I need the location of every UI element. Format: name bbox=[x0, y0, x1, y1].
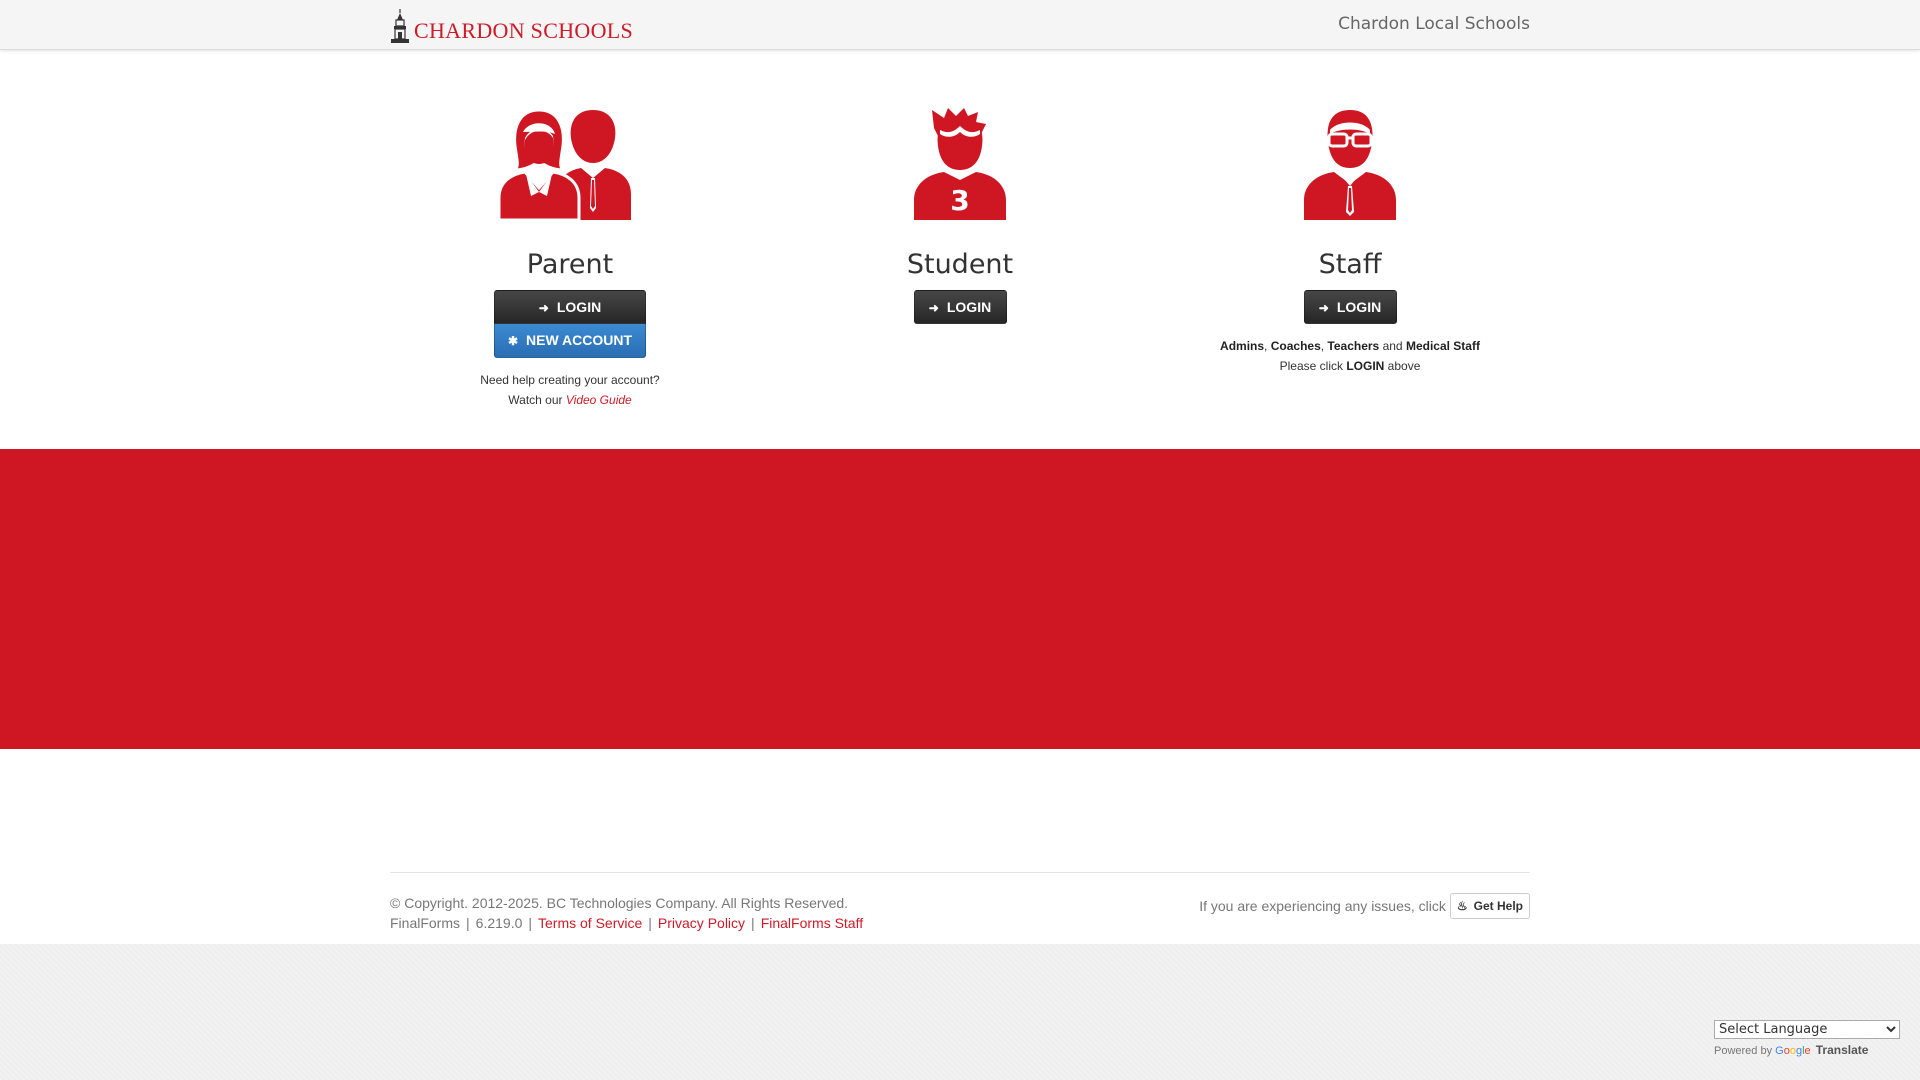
get-help-label: Get Help bbox=[1473, 899, 1523, 913]
help-line-1: Need help creating your account? bbox=[480, 372, 660, 387]
google-translate-widget: Select Language Powered by Google Transl… bbox=[1714, 1020, 1900, 1057]
product-name: FinalForms bbox=[390, 915, 461, 931]
district-name-link[interactable]: Chardon Local Schools bbox=[1338, 14, 1530, 34]
note-teachers: Teachers bbox=[1327, 338, 1380, 353]
student-title: Student bbox=[906, 249, 1014, 280]
privacy-policy-link[interactable]: Privacy Policy bbox=[658, 915, 745, 931]
note-please: Please click bbox=[1279, 358, 1343, 373]
parent-couple-icon bbox=[497, 108, 631, 220]
get-help-button[interactable]: ♨ Get Help bbox=[1449, 893, 1530, 919]
top-navbar: CHARDON SCHOOLS Chardon Local Schools bbox=[0, 0, 1920, 50]
issues-help: If you are experiencing any issues, clic… bbox=[1199, 893, 1530, 919]
issues-text: If you are experiencing any issues, clic… bbox=[1199, 898, 1446, 914]
staff-note: Admins, Coaches, Teachers and Medical St… bbox=[1160, 336, 1540, 376]
jersey-number: 3 bbox=[950, 184, 969, 217]
new-account-label: NEW ACCOUNT bbox=[526, 331, 633, 348]
translate-link[interactable]: Translate bbox=[1816, 1043, 1869, 1057]
help-line-2-prefix: Watch our bbox=[508, 392, 563, 407]
note-medical: Medical Staff bbox=[1405, 338, 1480, 353]
red-banner bbox=[0, 449, 1920, 749]
parent-login-button[interactable]: ➜ LOGIN bbox=[494, 289, 646, 324]
asterisk-icon: ✱ bbox=[507, 333, 519, 348]
brand-text: CHARDON SCHOOLS bbox=[414, 18, 634, 43]
parent-title: Parent bbox=[526, 249, 614, 280]
student-login-label: LOGIN bbox=[946, 298, 992, 315]
copyright-text: © Copyright. 2012-2025. BC Technologies … bbox=[390, 895, 849, 911]
student-icon: 3 bbox=[914, 108, 1006, 220]
parent-help-text: Need help creating your account? Watch o… bbox=[380, 370, 760, 410]
terms-of-service-link[interactable]: Terms of Service bbox=[538, 915, 642, 931]
bell-tower-icon bbox=[391, 9, 409, 43]
note-admins: Admins bbox=[1220, 338, 1265, 353]
note-login: LOGIN bbox=[1346, 358, 1385, 373]
google-logo-icon: Google bbox=[1775, 1045, 1811, 1057]
note-coaches: Coaches bbox=[1270, 338, 1321, 353]
note-above: above bbox=[1387, 358, 1421, 373]
powered-by: Powered by Google Translate bbox=[1714, 1043, 1900, 1057]
note-and: and bbox=[1382, 338, 1403, 353]
student-section: 3 Student ➜ LOGIN bbox=[770, 108, 1150, 324]
sign-in-icon: ➜ bbox=[1318, 300, 1329, 315]
parent-login-label: LOGIN bbox=[556, 298, 602, 315]
video-guide-link[interactable]: Video Guide bbox=[566, 393, 632, 407]
life-ring-icon: ♨ bbox=[1456, 899, 1468, 913]
parent-section: Parent ➜ LOGIN ✱ NEW ACCOUNT Need help cre… bbox=[380, 108, 760, 410]
staff-login-button[interactable]: ➜ LOGIN bbox=[1303, 289, 1397, 324]
version-number: 6.219.0 bbox=[475, 915, 523, 931]
page-bottom bbox=[0, 944, 1920, 1080]
brand-logo-link[interactable]: CHARDON SCHOOLS bbox=[390, 8, 633, 44]
staff-note-line-2: Please click LOGIN above bbox=[1160, 356, 1540, 376]
staff-title: Staff bbox=[1318, 249, 1382, 280]
sign-in-icon: ➜ bbox=[538, 300, 549, 315]
finalforms-staff-link[interactable]: FinalForms Staff bbox=[761, 915, 863, 931]
new-account-button[interactable]: ✱ NEW ACCOUNT bbox=[494, 323, 646, 358]
staff-icon bbox=[1304, 110, 1396, 220]
language-select[interactable]: Select Language bbox=[1714, 1020, 1900, 1039]
staff-login-label: LOGIN bbox=[1336, 298, 1382, 315]
footer: © Copyright. 2012-2025. BC Technologies … bbox=[390, 872, 1530, 931]
version-line: FinalForms | 6.219.0 | Terms of Service | Priv… bbox=[390, 915, 864, 931]
staff-note-line-1: Admins, Coaches, Teachers and Medical St… bbox=[1220, 338, 1480, 353]
student-login-button[interactable]: ➜ LOGIN bbox=[913, 289, 1007, 324]
sign-in-icon: ➜ bbox=[928, 300, 939, 315]
help-line-2: Watch our Video Guide bbox=[380, 390, 760, 410]
staff-section: Staff ➜ LOGIN Admins, Coaches, Teachers a… bbox=[1160, 108, 1540, 376]
powered-by-text: Powered by bbox=[1714, 1045, 1773, 1057]
